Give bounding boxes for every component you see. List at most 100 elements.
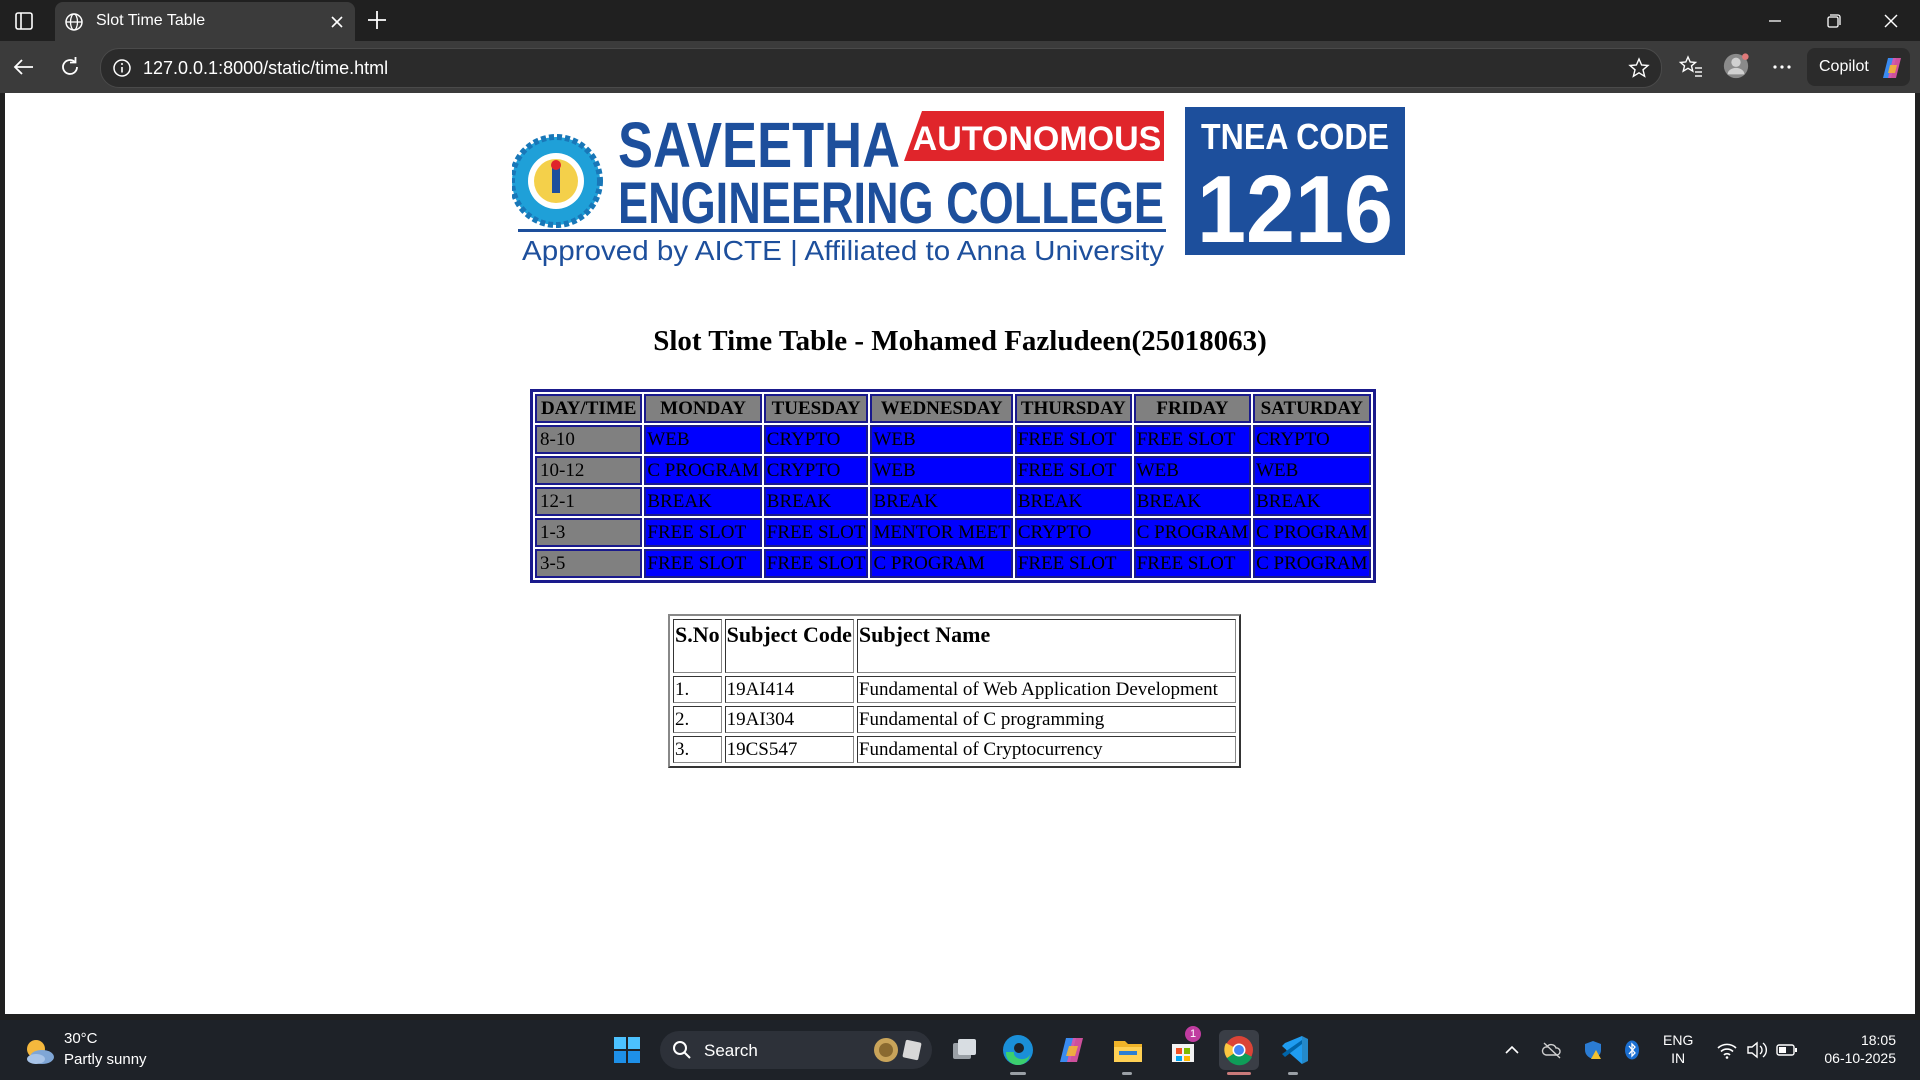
globe-icon [65,13,83,31]
header-wednesday: WEDNESDAY [870,394,1013,423]
language-indicator[interactable]: ENG IN [1663,1031,1693,1067]
clock-time: 18:05 [1860,1032,1896,1048]
favorites-icon[interactable] [1677,53,1705,81]
logo-tagline: Approved by AICTE | Affiliated to Anna U… [522,235,1164,266]
edge-active-indicator [1010,1072,1026,1075]
refresh-icon[interactable] [56,53,84,81]
subject-sno: 3. [673,736,722,763]
windows-start-icon[interactable] [607,1030,647,1070]
security-shield-icon[interactable] [1582,1040,1604,1060]
more-options-icon[interactable] [1768,53,1796,81]
slot-cell: FREE SLOT [1133,425,1252,454]
copilot-app-icon[interactable] [1053,1030,1093,1070]
subject-name: Fundamental of Cryptocurrency [856,736,1236,763]
subject-code: 19AI304 [724,706,854,733]
time-slot-cell: 8-10 [535,425,643,454]
site-info-icon[interactable] [111,57,133,79]
header-sno: S.No [673,619,722,673]
header-daytime: DAY/TIME [535,394,643,423]
weather-temp[interactable]: 30°C [64,1030,98,1047]
timetable-row: 12-1 BREAK BREAK BREAK BREAK BREAK BREAK [535,487,1371,516]
slot-cell: C PROGRAM [1133,518,1252,547]
slot-cell: CRYPTO [1014,518,1132,547]
favorite-star-icon[interactable] [1627,56,1651,80]
timetable-row: 1-3 FREE SLOT FREE SLOT MENTOR MEET CRYP… [535,518,1371,547]
battery-icon[interactable] [1776,1040,1798,1060]
taskbar-search[interactable]: Search [660,1031,932,1069]
url-text[interactable]: 127.0.0.1:8000/static/time.html [143,58,388,79]
subject-row: 2. 19AI304 Fundamental of C programming [673,706,1236,733]
subject-name: Fundamental of Web Application Developme… [856,676,1236,703]
subject-row: 3. 19CS547 Fundamental of Cryptocurrency [673,736,1236,763]
chrome-active-indicator [1227,1072,1251,1075]
close-window-icon[interactable] [1878,9,1904,33]
active-tab[interactable]: Slot Time Table [55,2,355,41]
back-arrow-icon[interactable] [10,53,38,81]
logo-code-number: 1216 [1197,156,1393,263]
language-region: IN [1671,1050,1686,1066]
header-tuesday: TUESDAY [763,394,869,423]
slot-cell: BREAK [1014,487,1132,516]
explorer-active-indicator [1122,1072,1132,1075]
profile-avatar-icon[interactable] [1722,52,1750,80]
partly-sunny-icon[interactable] [22,1036,56,1066]
time-slot-cell: 12-1 [535,487,643,516]
copilot-button[interactable]: Copilot [1807,48,1910,86]
slot-cell: WEB [644,425,762,454]
tab-strip: Slot Time Table [0,0,1920,41]
language-code: ENG [1663,1032,1694,1048]
timetable-row: 3-5 FREE SLOT FREE SLOT C PROGRAM FREE S… [535,549,1371,578]
weather-desc[interactable]: Partly sunny [64,1051,147,1068]
page-title: Slot Time Table - Mohamed Fazludeen(2501… [653,325,1267,357]
subject-sno: 1. [673,676,722,703]
chevron-up-icon[interactable] [1501,1040,1523,1060]
college-emblem-icon [509,134,603,228]
header-saturday: SATURDAY [1253,394,1371,423]
slot-cell: FREE SLOT [763,518,869,547]
taskbar-clock[interactable]: 18:05 06-10-2025 [1824,1031,1896,1067]
slot-cell: WEB [1133,456,1252,485]
slot-cell: FREE SLOT [1014,549,1132,578]
vscode-icon[interactable] [1274,1030,1314,1070]
logo-code-label: TNEA CODE [1201,116,1389,157]
restore-icon[interactable] [1820,9,1846,33]
close-tab-icon[interactable] [326,11,348,33]
tab-actions-icon[interactable] [11,9,37,33]
slot-cell: BREAK [870,487,1013,516]
address-bar[interactable]: 127.0.0.1:8000/static/time.html [100,48,1662,88]
wifi-icon[interactable] [1716,1040,1738,1060]
time-slot-cell: 3-5 [535,549,643,578]
tab-title: Slot Time Table [96,12,206,29]
slot-cell: FREE SLOT [644,549,762,578]
new-tab-icon[interactable] [364,7,390,33]
slot-cell: CRYPTO [763,425,869,454]
slot-cell: FREE SLOT [1133,549,1252,578]
search-highlight-icon [874,1038,922,1062]
header-friday: FRIDAY [1133,394,1252,423]
onedrive-offline-icon[interactable] [1541,1040,1563,1060]
page-viewport: AUTONOMOUS SAVEETHA ENGINEERING COLLEGE … [5,93,1915,1014]
store-notification-badge: 1 [1185,1026,1201,1042]
slot-cell: BREAK [644,487,762,516]
bluetooth-icon[interactable] [1621,1040,1643,1060]
logo-line2: ENGINEERING COLLEGE [618,171,1164,236]
timetable-row: 8-10 WEB CRYPTO WEB FREE SLOT FREE SLOT … [535,425,1371,454]
time-slot-cell: 10-12 [535,456,643,485]
slot-cell: C PROGRAM [644,456,762,485]
slot-cell: WEB [870,425,1013,454]
file-explorer-icon[interactable] [1108,1030,1148,1070]
logo-badge: AUTONOMOUS [913,120,1162,158]
edge-browser-icon[interactable] [998,1030,1038,1070]
chrome-icon[interactable] [1219,1030,1259,1070]
header-subject-code: Subject Code [724,619,854,673]
subject-code: 19AI414 [724,676,854,703]
header-monday: MONDAY [644,394,762,423]
volume-icon[interactable] [1746,1040,1768,1060]
task-view-icon[interactable] [944,1030,984,1070]
subject-name: Fundamental of C programming [856,706,1236,733]
copilot-label: Copilot [1819,58,1869,75]
slot-cell: BREAK [1253,487,1371,516]
slot-cell: FREE SLOT [763,549,869,578]
minimize-icon[interactable] [1762,9,1788,33]
timetable-row: 10-12 C PROGRAM CRYPTO WEB FREE SLOT WEB… [535,456,1371,485]
